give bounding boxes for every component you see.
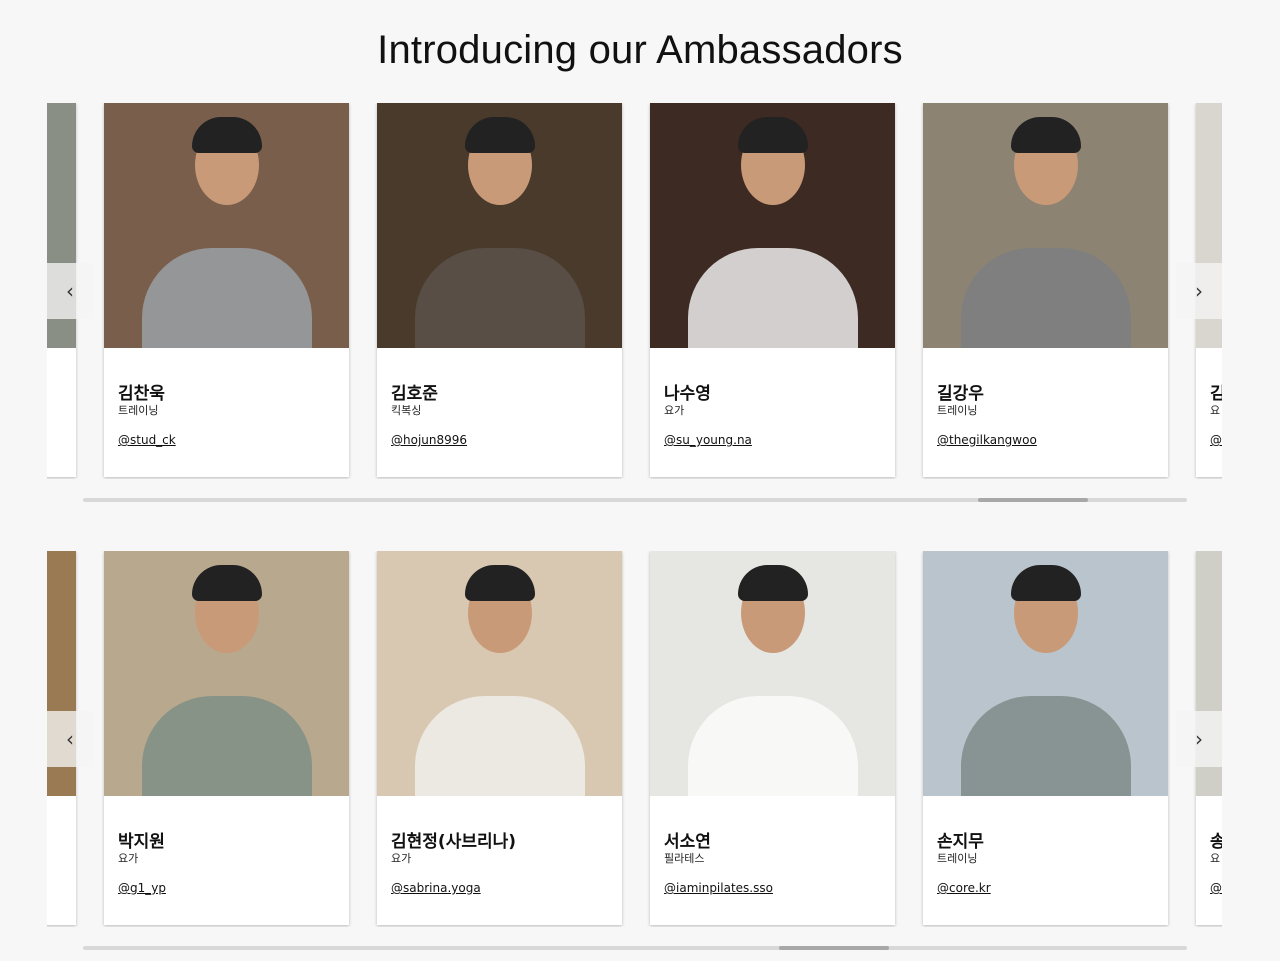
ambassador-category: 트레이닝 xyxy=(937,852,978,865)
ambassador-photo xyxy=(377,103,622,348)
carousel-prev-button[interactable]: ‹ xyxy=(47,711,93,767)
ambassador-handle-link[interactable]: @sabrina.yoga xyxy=(391,881,481,895)
ambassador-card[interactable]: 박지원 요가 @g1_yp xyxy=(104,551,349,925)
ambassador-card[interactable]: 서소연 필라테스 @iaminpilates.sso xyxy=(650,551,895,925)
carousel-prev-button[interactable]: ‹ xyxy=(47,263,93,319)
ambassador-photo xyxy=(104,551,349,796)
ambassador-card[interactable]: 김호준 킥복싱 @hojun8996 xyxy=(377,103,622,477)
chevron-left-icon: ‹ xyxy=(66,279,74,303)
ambassador-carousel-1: 김찬욱 트레이닝 @stud_ck 김호준 킥복싱 @hojun8996 나수영 요가 @s… xyxy=(47,103,1222,479)
ambassador-handle-link[interactable]: @thegilkangwoo xyxy=(937,433,1037,447)
ambassador-category: 요가 xyxy=(118,852,139,865)
chevron-left-icon: ‹ xyxy=(66,727,74,751)
ambassador-category: 필라테스 xyxy=(664,852,705,865)
ambassador-name: 길강우 xyxy=(937,384,984,404)
carousel-scroll-thumb[interactable] xyxy=(978,498,1088,502)
ambassador-handle-link[interactable]: @core.kr xyxy=(937,881,991,895)
ambassador-name: 서소연 xyxy=(664,832,711,852)
carousel-scroll-thumb[interactable] xyxy=(779,946,889,950)
carousel-track: 박지원 요가 @g1_yp 김현정(사브리나) 요가 @sabrina.yoga 서소연… xyxy=(47,551,1222,927)
carousel-scrollbar[interactable] xyxy=(83,498,1187,502)
ambassador-carousel-2: 박지원 요가 @g1_yp 김현정(사브리나) 요가 @sabrina.yoga 서소연… xyxy=(47,551,1222,927)
ambassador-handle-link[interactable]: @ xyxy=(1210,881,1222,895)
ambassador-card[interactable]: 손지무 트레이닝 @core.kr xyxy=(923,551,1168,925)
ambassador-handle-link[interactable]: @ xyxy=(1210,433,1222,447)
ambassador-handle-link[interactable]: @su_young.na xyxy=(664,433,752,447)
page-title: Introducing our Ambassadors xyxy=(377,28,903,72)
ambassador-category: 요가 xyxy=(664,404,685,417)
ambassador-category: 요 xyxy=(1210,404,1221,417)
ambassador-name: 박지원 xyxy=(118,832,165,852)
carousel-scrollbar[interactable] xyxy=(83,946,1187,950)
ambassador-card[interactable]: 김현정(사브리나) 요가 @sabrina.yoga xyxy=(377,551,622,925)
ambassador-name: 김 xyxy=(1210,384,1222,404)
ambassador-category: 요가 xyxy=(391,852,412,865)
ambassador-photo xyxy=(104,103,349,348)
ambassador-name: 손지무 xyxy=(937,832,984,852)
ambassador-name: 나수영 xyxy=(664,384,711,404)
ambassador-photo xyxy=(377,551,622,796)
ambassador-category: 트레이닝 xyxy=(937,404,978,417)
ambassador-photo xyxy=(650,103,895,348)
chevron-right-icon: › xyxy=(1195,727,1203,751)
ambassador-name: 김현정(사브리나) xyxy=(391,832,517,852)
carousel-next-button[interactable]: › xyxy=(1176,263,1222,319)
ambassador-category: 요 xyxy=(1210,852,1221,865)
ambassador-category: 트레이닝 xyxy=(118,404,159,417)
chevron-right-icon: › xyxy=(1195,279,1203,303)
ambassador-handle-link[interactable]: @iaminpilates.sso xyxy=(664,881,773,895)
ambassador-name: 송 xyxy=(1210,832,1222,852)
carousel-track: 김찬욱 트레이닝 @stud_ck 김호준 킥복싱 @hojun8996 나수영 요가 @s… xyxy=(47,103,1222,479)
ambassador-photo xyxy=(650,551,895,796)
carousel-next-button[interactable]: › xyxy=(1176,711,1222,767)
ambassador-category: 킥복싱 xyxy=(391,404,422,417)
ambassador-card[interactable]: 길강우 트레이닝 @thegilkangwoo xyxy=(923,103,1168,477)
ambassador-photo xyxy=(923,551,1168,796)
ambassador-card[interactable]: 김찬욱 트레이닝 @stud_ck xyxy=(104,103,349,477)
ambassador-name: 김찬욱 xyxy=(118,384,165,404)
ambassador-name: 김호준 xyxy=(391,384,438,404)
ambassador-handle-link[interactable]: @g1_yp xyxy=(118,881,166,895)
ambassador-handle-link[interactable]: @stud_ck xyxy=(118,433,176,447)
ambassador-handle-link[interactable]: @hojun8996 xyxy=(391,433,467,447)
ambassador-card[interactable]: 나수영 요가 @su_young.na xyxy=(650,103,895,477)
ambassador-photo xyxy=(923,103,1168,348)
